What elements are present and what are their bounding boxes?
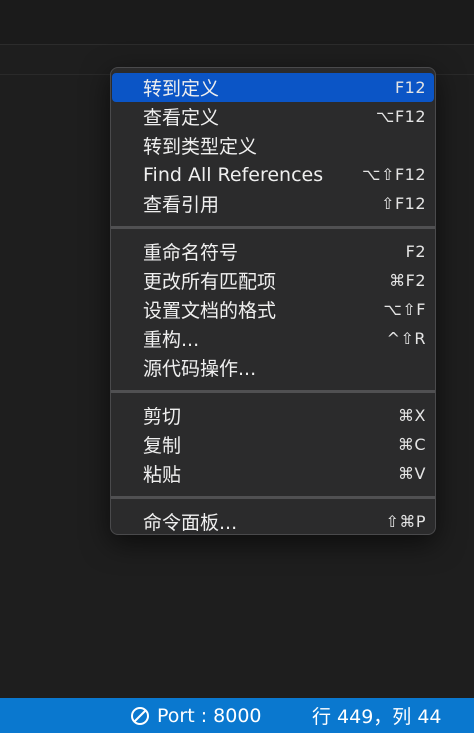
menu-item-label: 源代码操作... <box>143 358 257 380</box>
menu-item[interactable]: 查看引用 ⇧F12 <box>112 189 434 218</box>
cursor-position-status-item[interactable]: 行 449，列 44 <box>312 698 442 733</box>
menu-item-shortcut: ⌘X <box>398 406 426 425</box>
divider <box>0 44 474 45</box>
menu-item[interactable]: 命令面板... ⇧⌘P <box>112 507 434 534</box>
menu-item-shortcut: ⌘C <box>397 435 426 454</box>
menu-item-label: Find All References <box>143 163 324 186</box>
context-menu: 转到定义 F12 查看定义 ⌥F12 转到类型定义 Find All References… <box>110 67 436 535</box>
menu-item[interactable]: 重构... ^⇧R <box>112 324 434 353</box>
menu-item-label: 剪切 <box>143 406 182 428</box>
menu-item[interactable]: 剪切 ⌘X <box>112 401 434 430</box>
port-label: Port : 8000 <box>157 704 262 727</box>
status-bar: Port : 8000 行 449，列 44 <box>0 698 474 733</box>
no-entry-icon <box>131 706 149 725</box>
menu-item[interactable]: 转到定义 F12 <box>112 73 434 102</box>
menu-item[interactable]: 重命名符号 F2 <box>112 237 434 266</box>
menu-item-shortcut: ⌘V <box>398 464 426 483</box>
menu-item-label: 复制 <box>143 435 182 457</box>
menu-item[interactable]: 复制 ⌘C <box>112 430 434 459</box>
menu-item-shortcut: ⌥F12 <box>376 107 426 126</box>
menu-item[interactable]: 转到类型定义 <box>112 131 434 160</box>
menu-separator <box>111 226 435 229</box>
menu-separator <box>111 496 435 499</box>
menu-item-label: 命令面板... <box>143 512 238 534</box>
menu-item-label: 转到定义 <box>143 78 220 100</box>
menu-item[interactable]: 粘贴 ⌘V <box>112 459 434 488</box>
menu-item-shortcut: ^⇧R <box>386 329 426 348</box>
menu-item-label: 设置文档的格式 <box>143 300 277 322</box>
menu-item-shortcut: ⌘F2 <box>389 271 426 290</box>
menu-item-shortcut: ⇧⌘P <box>385 512 426 531</box>
menu-item[interactable]: Find All References ⌥⇧F12 <box>112 160 434 189</box>
menu-item-label: 更改所有匹配项 <box>143 271 277 293</box>
menu-item-shortcut: F2 <box>405 242 426 261</box>
menu-item[interactable]: 设置文档的格式 ⌥⇧F <box>112 295 434 324</box>
port-status-item[interactable]: Port : 8000 <box>130 698 262 733</box>
menu-item-shortcut: ⌥⇧F12 <box>362 165 426 184</box>
editor-top-area <box>0 0 474 44</box>
menu-item-label: 转到类型定义 <box>143 136 258 158</box>
menu-item[interactable]: 查看定义 ⌥F12 <box>112 102 434 131</box>
menu-item[interactable]: 源代码操作... <box>112 353 434 382</box>
menu-item-label: 粘贴 <box>143 464 182 486</box>
menu-separator <box>111 390 435 393</box>
menu-item-shortcut: ⇧F12 <box>381 194 426 213</box>
cursor-position-label: 行 449，列 44 <box>312 706 442 728</box>
menu-item[interactable]: 更改所有匹配项 ⌘F2 <box>112 266 434 295</box>
menu-item-label: 查看定义 <box>143 107 220 129</box>
menu-item-label: 重构... <box>143 329 200 351</box>
menu-item-label: 查看引用 <box>143 194 220 216</box>
menu-item-shortcut: F12 <box>394 78 426 97</box>
menu-item-label: 重命名符号 <box>143 242 239 264</box>
menu-item-shortcut: ⌥⇧F <box>383 300 426 319</box>
